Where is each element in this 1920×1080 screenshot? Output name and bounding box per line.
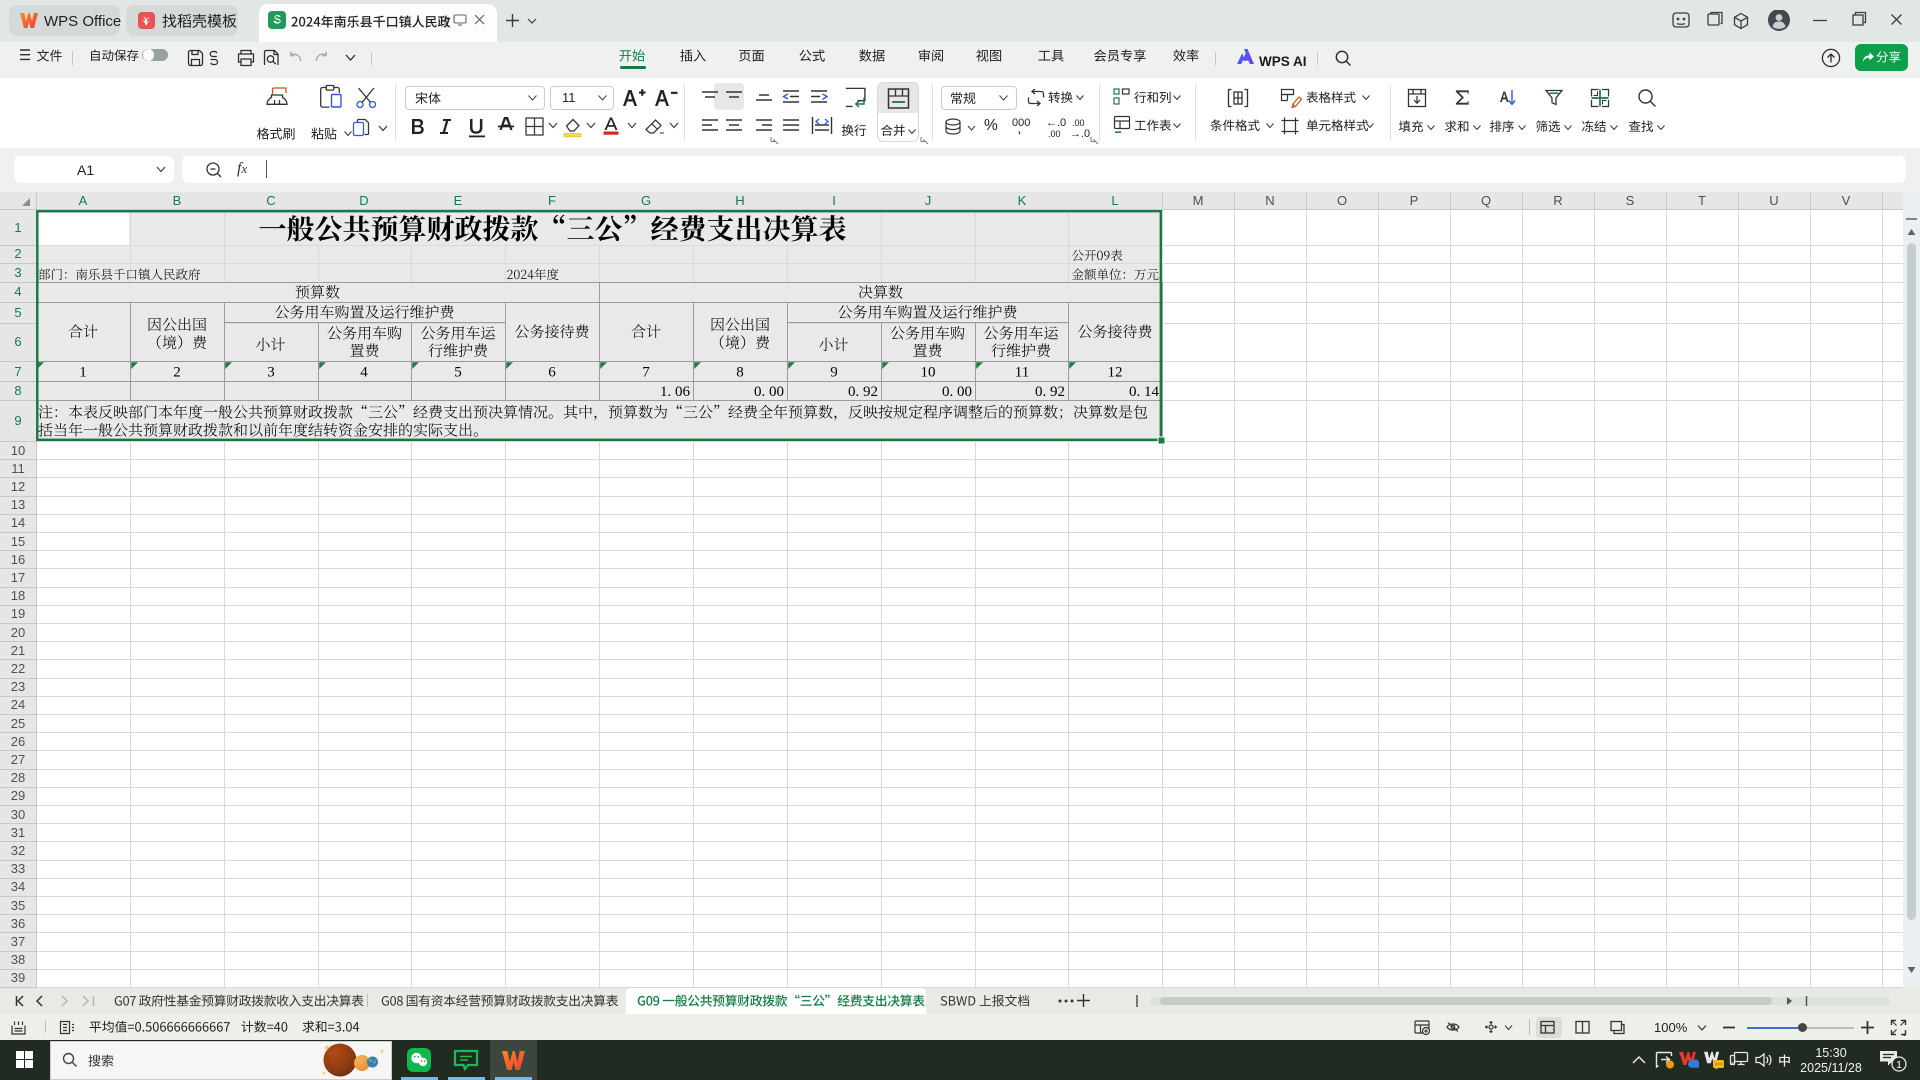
svg-text:3: 3 [14,265,21,280]
svg-text:16: 16 [11,552,25,567]
svg-text:J: J [925,193,932,208]
svg-text:27: 27 [11,752,25,767]
svg-text:31: 31 [11,825,25,840]
svg-text:1: 1 [79,365,87,381]
svg-text:B: B [173,193,182,208]
svg-text:32: 32 [11,843,25,858]
svg-text:12: 12 [1108,365,1123,381]
svg-text:7: 7 [642,365,650,381]
svg-text:29: 29 [11,788,25,803]
svg-text:0. 92: 0. 92 [848,384,878,400]
svg-text:21: 21 [11,643,25,658]
svg-text:→.0: →.0 [1070,128,1090,140]
svg-text:17: 17 [11,570,25,585]
svg-text:23: 23 [11,679,25,694]
svg-text:H: H [735,193,744,208]
svg-text:18: 18 [11,588,25,603]
svg-text:4: 4 [360,365,368,381]
svg-text:1: 1 [14,220,21,235]
svg-text:2: 2 [14,246,21,261]
svg-text:0. 00: 0. 00 [942,384,972,400]
svg-text:36: 36 [11,916,25,931]
svg-text:K: K [1018,193,1027,208]
svg-text:G: G [641,193,651,208]
svg-text:V: V [1842,193,1851,208]
svg-text:3: 3 [267,365,275,381]
svg-text:10: 10 [11,443,25,458]
svg-text:C: C [266,193,275,208]
svg-text:A: A [79,193,88,208]
svg-text:7: 7 [14,364,21,379]
svg-text:M: M [1193,193,1204,208]
svg-text:13: 13 [11,497,25,512]
svg-text:,: , [1018,125,1021,136]
svg-text:12: 12 [11,479,25,494]
svg-text:0. 92: 0. 92 [1035,384,1065,400]
svg-text:33: 33 [11,861,25,876]
svg-text:37: 37 [11,934,25,949]
svg-text:E: E [454,193,463,208]
svg-text:11: 11 [1015,365,1029,381]
svg-text:14: 14 [11,515,25,530]
svg-text:R: R [1553,193,1562,208]
svg-text:24: 24 [11,697,25,712]
svg-text:39: 39 [11,970,25,985]
svg-text:1. 06: 1. 06 [660,384,691,400]
svg-text:L: L [1111,193,1118,208]
svg-text:9: 9 [14,413,21,428]
svg-text:26: 26 [11,734,25,749]
svg-text:6: 6 [548,365,556,381]
svg-text:I: I [832,193,836,208]
svg-text:35: 35 [11,898,25,913]
svg-text:←.0: ←.0 [1046,117,1066,129]
svg-text:0. 14: 0. 14 [1129,384,1160,400]
svg-text:22: 22 [11,661,25,676]
svg-text:5: 5 [454,365,462,381]
svg-text:10: 10 [921,365,936,381]
svg-text:T: T [1698,193,1706,208]
svg-text:5: 5 [14,305,21,320]
svg-text:.00: .00 [1072,118,1085,128]
svg-text:2: 2 [173,365,181,381]
svg-text:F: F [548,193,556,208]
svg-text:1: 1 [1896,1059,1902,1071]
svg-text:19: 19 [11,606,25,621]
svg-text:S: S [1626,193,1635,208]
svg-text:U: U [1769,193,1778,208]
svg-text:D: D [359,193,368,208]
svg-text:.00: .00 [1048,129,1061,139]
svg-text:15: 15 [11,534,25,549]
svg-text:9: 9 [830,365,838,381]
svg-text:Q: Q [1481,193,1491,208]
svg-text:P: P [1410,193,1419,208]
svg-text:O: O [1337,193,1347,208]
svg-text:34: 34 [11,879,25,894]
svg-text:25: 25 [11,716,25,731]
svg-text:8: 8 [14,383,21,398]
svg-text:6: 6 [14,334,21,349]
svg-text:11: 11 [11,461,25,476]
svg-text:N: N [1265,193,1274,208]
svg-text:30: 30 [11,807,25,822]
svg-text:20: 20 [11,625,25,640]
svg-text:8: 8 [736,365,744,381]
svg-text:000: 000 [1012,117,1030,129]
svg-text:0. 00: 0. 00 [754,384,784,400]
svg-text:28: 28 [11,770,25,785]
svg-text:38: 38 [11,952,25,967]
svg-text:4: 4 [14,284,21,299]
